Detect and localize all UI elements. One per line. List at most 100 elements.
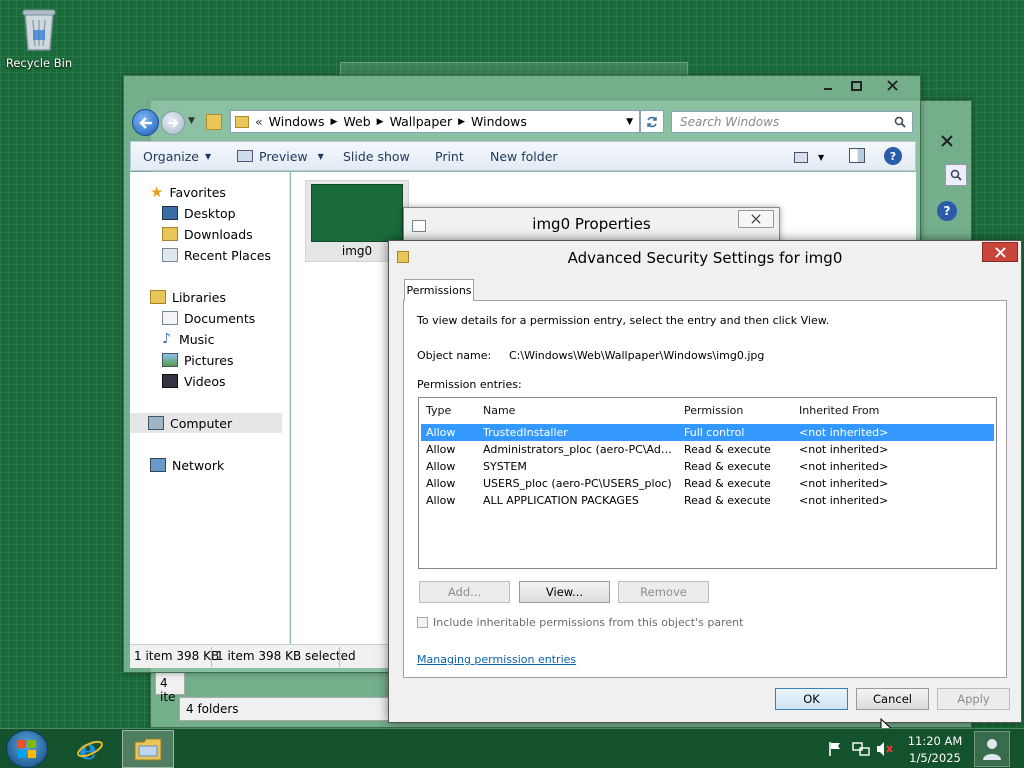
start-button[interactable] (6, 730, 48, 768)
search-box[interactable]: Search Windows (671, 111, 913, 133)
recycle-bin-icon (22, 9, 56, 51)
print-label: Print (435, 148, 464, 164)
ok-button[interactable]: OK (775, 688, 848, 710)
minimize-button[interactable] (814, 76, 842, 95)
action-center-icon[interactable] (828, 741, 844, 757)
column-inherited-from[interactable]: Inherited From (799, 404, 879, 417)
view-button[interactable]: View... (519, 581, 610, 603)
maximize-button[interactable] (842, 76, 870, 95)
nav-favorites[interactable]: ★ Favorites (150, 182, 226, 202)
address-bar[interactable]: « Windows ▶ Web ▶ Wallpaper ▶ Windows ▼ (230, 110, 640, 133)
nav-desktop-label: Desktop (184, 205, 236, 221)
apply-button[interactable]: Apply (937, 688, 1010, 710)
new-folder-button[interactable]: New folder (490, 142, 558, 170)
taskbar-internet-explorer[interactable]: e (68, 731, 112, 767)
print-button[interactable]: Print (435, 142, 464, 170)
volume-tray-icon[interactable] (876, 741, 894, 757)
change-view-button[interactable]: ▼ (794, 149, 834, 165)
row-name: Administrators_ploc (aero-PC\Admini... (483, 443, 679, 456)
nav-music[interactable]: ♪ Music (162, 329, 215, 349)
nav-pictures[interactable]: Pictures (162, 350, 234, 370)
nav-network[interactable]: Network (150, 455, 224, 475)
permissions-panel: To view details for a permission entry, … (403, 300, 1007, 678)
nav-recent-places[interactable]: Recent Places (162, 245, 271, 265)
up-folder-icon[interactable] (206, 114, 222, 130)
forward-button[interactable] (161, 111, 185, 135)
table-row[interactable]: Allow Administrators_ploc (aero-PC\Admin… (421, 441, 994, 458)
breadcrumb-windows-2[interactable]: Windows (471, 114, 527, 129)
clock[interactable]: 11:20 AM 1/5/2025 (900, 733, 970, 767)
nav-documents[interactable]: Documents (162, 308, 255, 328)
inherit-checkbox[interactable] (417, 617, 428, 628)
search-icon[interactable] (894, 116, 906, 128)
properties-close-button[interactable] (738, 210, 774, 228)
close-icon (886, 80, 898, 91)
back-search-icon[interactable] (945, 164, 967, 186)
nav-downloads[interactable]: Downloads (162, 224, 253, 244)
taskbar-explorer[interactable] (122, 730, 174, 768)
status-divider (339, 647, 340, 667)
row-name: TrustedInstaller (483, 426, 568, 439)
breadcrumb-web[interactable]: Web (343, 114, 370, 129)
remove-label: Remove (640, 585, 687, 599)
tab-permissions[interactable]: Permissions (404, 279, 474, 301)
nav-videos[interactable]: Videos (162, 371, 226, 391)
preview-button[interactable]: Preview ▼ (237, 142, 324, 170)
row-type: Allow (426, 443, 456, 456)
address-dropdown-icon[interactable]: ▼ (626, 117, 633, 127)
column-type[interactable]: Type (426, 404, 451, 417)
cancel-button[interactable]: Cancel (856, 688, 929, 710)
nav-desktop[interactable]: Desktop (162, 203, 236, 223)
recent-pages-dropdown[interactable]: ▼ (188, 116, 198, 128)
row-inherited: <not inherited> (799, 477, 889, 490)
arrow-left-icon (138, 116, 152, 129)
table-row[interactable]: Allow TrustedInstaller Full control <not… (421, 424, 994, 441)
permission-entries-list[interactable]: Type Name Permission Inherited From Allo… (418, 397, 997, 569)
breadcrumb-wallpaper[interactable]: Wallpaper (390, 114, 453, 129)
close-button[interactable] (870, 76, 914, 95)
preview-pane-button[interactable] (849, 148, 865, 163)
back-close-button[interactable] (927, 131, 967, 150)
back-help-icon[interactable]: ? (937, 201, 957, 221)
nav-libraries[interactable]: Libraries (150, 287, 226, 307)
object-name-label: Object name: (417, 349, 492, 362)
chevron-right-icon[interactable]: ▶ (458, 117, 465, 127)
show-desktop-button[interactable] (974, 731, 1010, 767)
dropdown-arrow-icon: ▼ (317, 151, 324, 161)
refresh-icon (647, 116, 657, 127)
table-row[interactable]: Allow USERS_ploc (aero-PC\USERS_ploc) Re… (421, 475, 994, 492)
chevron-right-icon[interactable]: ▶ (330, 117, 337, 127)
address-overflow[interactable]: « (255, 114, 263, 129)
column-name[interactable]: Name (483, 404, 515, 417)
remove-button[interactable]: Remove (618, 581, 709, 603)
dialog-close-button[interactable] (982, 242, 1018, 262)
organize-button[interactable]: Organize ▼ (143, 142, 211, 170)
close-icon (751, 214, 761, 224)
folder-icon (235, 115, 249, 128)
maximize-icon (850, 80, 862, 91)
managing-permissions-link[interactable]: Managing permission entries (417, 653, 576, 666)
refresh-button[interactable] (640, 110, 664, 133)
clock-date: 1/5/2025 (909, 751, 961, 765)
row-name: SYSTEM (483, 460, 527, 473)
nav-documents-label: Documents (184, 310, 256, 326)
table-row[interactable]: Allow SYSTEM Read & execute <not inherit… (421, 458, 994, 475)
advanced-security-dialog[interactable]: Advanced Security Settings for img0 Perm… (388, 240, 1022, 723)
help-button[interactable]: ? (884, 147, 902, 165)
chevron-right-icon[interactable]: ▶ (377, 117, 384, 127)
preview-label: Preview (259, 148, 308, 164)
dialog-title-bar: Advanced Security Settings for img0 (389, 241, 1021, 273)
column-permission[interactable]: Permission (684, 404, 743, 417)
breadcrumb-windows[interactable]: Windows (269, 114, 325, 129)
back-button[interactable] (132, 109, 159, 136)
recycle-bin-shortcut[interactable]: Recycle Bin (4, 6, 74, 74)
add-button[interactable]: Add... (419, 581, 510, 603)
close-icon (941, 134, 953, 147)
slideshow-label: Slide show (343, 148, 410, 164)
minimize-icon (824, 87, 832, 90)
nav-computer[interactable]: Computer (130, 413, 282, 433)
table-row[interactable]: Allow ALL APPLICATION PACKAGES Read & ex… (421, 492, 994, 509)
network-tray-icon[interactable] (852, 741, 870, 757)
slideshow-button[interactable]: Slide show (343, 142, 410, 170)
search-placeholder[interactable]: Search Windows (680, 115, 779, 129)
